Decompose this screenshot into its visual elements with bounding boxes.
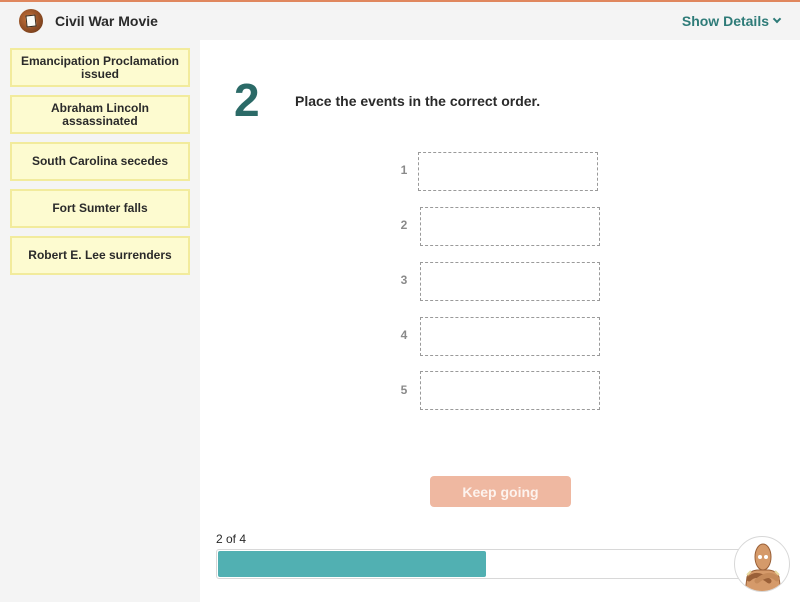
slot-number: 1 — [400, 163, 408, 177]
event-card-label: Robert E. Lee surrenders — [28, 248, 172, 262]
slot-number: 5 — [400, 383, 408, 397]
question-number: 2 — [234, 74, 260, 126]
drop-slot-3[interactable] — [420, 262, 600, 301]
slot-number: 4 — [400, 328, 408, 342]
event-card[interactable]: Robert E. Lee surrenders — [10, 236, 190, 275]
drop-slot-5[interactable] — [420, 371, 600, 410]
paper-icon — [25, 14, 37, 28]
event-card[interactable]: Abraham Lincoln assassinated — [10, 95, 190, 134]
event-card[interactable]: Emancipation Proclamation issued — [10, 48, 190, 87]
keep-going-button[interactable]: Keep going — [430, 476, 571, 507]
civil-war-movie-logo-icon — [19, 9, 43, 33]
drop-slot-1[interactable] — [418, 152, 598, 191]
show-details-label: Show Details — [681, 13, 769, 29]
slot-number: 2 — [400, 218, 408, 232]
progress-label: 2 of 4 — [216, 532, 247, 546]
progress-bar-fill — [218, 551, 486, 577]
event-card-label: Abraham Lincoln assassinated — [50, 100, 149, 128]
moby-mascot-icon[interactable] — [734, 536, 790, 592]
robot-mascot-icon — [744, 543, 782, 591]
progress-bar — [216, 549, 756, 579]
event-card[interactable]: South Carolina secedes — [10, 142, 190, 181]
event-card-label: Emancipation Proclamation issued — [20, 53, 180, 81]
drop-slot-4[interactable] — [420, 317, 600, 356]
question-prompt: Place the events in the correct order. — [295, 93, 541, 109]
event-card-label: South Carolina secedes — [31, 154, 169, 168]
drop-slot-2[interactable] — [420, 207, 600, 246]
movie-title: Civil War Movie — [55, 13, 158, 29]
event-card[interactable]: Fort Sumter falls — [10, 189, 190, 228]
header-bar: Civil War Movie Show Details — [0, 2, 800, 40]
show-details-button[interactable]: Show Details — [681, 13, 782, 29]
event-card-label: Fort Sumter falls — [52, 201, 148, 215]
slot-number: 3 — [400, 273, 408, 287]
chevron-down-icon — [772, 14, 782, 24]
